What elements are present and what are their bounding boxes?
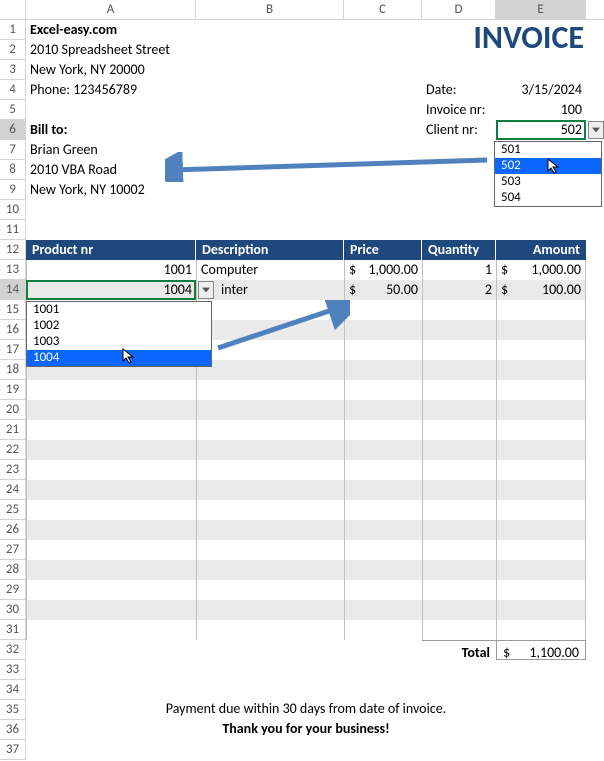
row-header[interactable]: 28 <box>0 560 26 580</box>
dropdown-option[interactable]: 1001 <box>27 302 211 318</box>
annotation-arrow-icon <box>210 300 350 360</box>
dropdown-option[interactable]: 1002 <box>27 318 211 334</box>
row-header[interactable]: 36 <box>0 720 26 740</box>
row-header[interactable]: 10 <box>0 200 26 220</box>
chevron-down-icon <box>592 127 600 133</box>
annotation-arrow-icon <box>165 152 495 182</box>
row-header[interactable]: 29 <box>0 580 26 600</box>
cell-amount[interactable]: $1,000.00 <box>496 260 586 280</box>
col-header-d[interactable]: D <box>422 0 496 19</box>
col-header-c[interactable]: C <box>344 0 422 19</box>
cell-qty[interactable]: 2 <box>422 280 496 300</box>
footer-line2: Thank you for your business! <box>26 720 586 737</box>
row-header[interactable]: 21 <box>0 420 26 440</box>
spreadsheet: A B C D E 1 Excel-easy.com 2 2010 Spread… <box>0 0 604 760</box>
row-header[interactable]: 30 <box>0 600 26 620</box>
amount-val: 1,000.00 <box>531 261 581 278</box>
row-header[interactable]: 3 <box>0 60 26 80</box>
th-product-nr[interactable]: Product nr <box>26 240 196 260</box>
row-header[interactable]: 24 <box>0 480 26 500</box>
row-header[interactable]: 16 <box>0 320 26 340</box>
cell-amount[interactable]: $100.00 <box>496 280 586 300</box>
dropdown-list-product[interactable]: 1001 1002 1003 1004 <box>26 301 212 367</box>
cell-description[interactable]: Computer <box>196 260 344 280</box>
company-address2[interactable]: New York, NY 20000 <box>26 60 196 80</box>
row-header[interactable]: 4 <box>0 80 26 100</box>
row-header[interactable]: 12 <box>0 240 26 260</box>
th-description[interactable]: Description <box>196 240 344 260</box>
invoice-nr-label[interactable]: Invoice nr: <box>422 100 496 120</box>
row-header[interactable]: 8 <box>0 160 26 180</box>
cell-qty[interactable]: 1 <box>422 260 496 280</box>
cell-price[interactable]: $1,000.00 <box>344 260 422 280</box>
mouse-cursor-icon <box>547 158 563 174</box>
price-val: 1,000.00 <box>368 261 418 278</box>
row-header[interactable]: 15 <box>0 300 26 320</box>
footer-line1: Payment due within 30 days from date of … <box>26 700 586 717</box>
bill-to-address2[interactable]: New York, NY 10002 <box>26 180 196 200</box>
row-header[interactable]: 17 <box>0 340 26 360</box>
cell-description[interactable]: inter <box>196 280 344 300</box>
dropdown-list-client[interactable]: 501 502 503 504 <box>494 141 602 207</box>
dropdown-button-product[interactable] <box>198 281 214 299</box>
dropdown-option[interactable]: 504 <box>495 190 601 206</box>
row-header[interactable]: 33 <box>0 660 26 680</box>
th-quantity[interactable]: Quantity <box>422 240 496 260</box>
row-header[interactable]: 34 <box>0 680 26 700</box>
th-amount[interactable]: Amount <box>496 240 586 260</box>
client-nr-label[interactable]: Client nr: <box>422 120 496 140</box>
total-value[interactable]: $1,100.00 <box>496 640 586 660</box>
dropdown-button-client[interactable] <box>588 121 604 139</box>
company-name[interactable]: Excel-easy.com <box>26 20 196 40</box>
row-header[interactable]: 35 <box>0 700 26 720</box>
date-label[interactable]: Date: <box>422 80 496 100</box>
row-header[interactable]: 31 <box>0 620 26 640</box>
client-nr-value[interactable]: 502 <box>496 120 586 140</box>
row-header[interactable]: 25 <box>0 500 26 520</box>
date-value[interactable]: 3/15/2024 <box>496 80 586 100</box>
invoice-title: INVOICE <box>473 22 584 54</box>
row-header[interactable]: 27 <box>0 540 26 560</box>
cell-price[interactable]: $50.00 <box>344 280 422 300</box>
column-header-row: A B C D E <box>0 0 604 20</box>
dropdown-option[interactable]: 1003 <box>27 334 211 350</box>
cell-product-nr[interactable]: 1001 <box>26 260 196 280</box>
bill-to-label[interactable]: Bill to: <box>26 120 196 140</box>
dropdown-option[interactable]: 501 <box>495 142 601 158</box>
row-header[interactable]: 13 <box>0 260 26 280</box>
mouse-cursor-icon <box>122 348 138 364</box>
row-header[interactable]: 7 <box>0 140 26 160</box>
dropdown-option[interactable]: 1004 <box>27 350 211 366</box>
row-header[interactable]: 23 <box>0 460 26 480</box>
row-header[interactable]: 2 <box>0 40 26 60</box>
invoice-nr-value[interactable]: 100 <box>496 100 586 120</box>
dropdown-option[interactable]: 503 <box>495 174 601 190</box>
select-all-corner[interactable] <box>0 0 26 19</box>
row-header[interactable]: 11 <box>0 220 26 240</box>
row-header[interactable]: 26 <box>0 520 26 540</box>
row-header[interactable]: 5 <box>0 100 26 120</box>
row-header[interactable]: 6 <box>0 120 26 140</box>
company-address1[interactable]: 2010 Spreadsheet Street <box>26 40 196 60</box>
row-header[interactable]: 9 <box>0 180 26 200</box>
row-header[interactable]: 1 <box>0 20 26 40</box>
col-header-e[interactable]: E <box>496 0 586 19</box>
th-price[interactable]: Price <box>344 240 422 260</box>
chevron-down-icon <box>202 287 210 293</box>
row-header[interactable]: 22 <box>0 440 26 460</box>
row-header[interactable]: 19 <box>0 380 26 400</box>
col-header-a[interactable]: A <box>26 0 196 19</box>
row-header[interactable]: 18 <box>0 360 26 380</box>
row-header[interactable]: 32 <box>0 640 26 660</box>
row-header[interactable]: 14 <box>0 280 26 300</box>
row-header[interactable]: 20 <box>0 400 26 420</box>
cell-product-nr[interactable]: 1004 <box>26 280 196 300</box>
total-amount: 1,100.00 <box>529 644 579 661</box>
price-val: 50.00 <box>386 281 418 298</box>
col-header-b[interactable]: B <box>196 0 344 19</box>
total-label[interactable]: Total <box>422 640 496 660</box>
company-phone[interactable]: Phone: 123456789 <box>26 80 196 100</box>
row-header[interactable]: 37 <box>0 740 26 760</box>
amount-val: 100.00 <box>542 281 581 298</box>
